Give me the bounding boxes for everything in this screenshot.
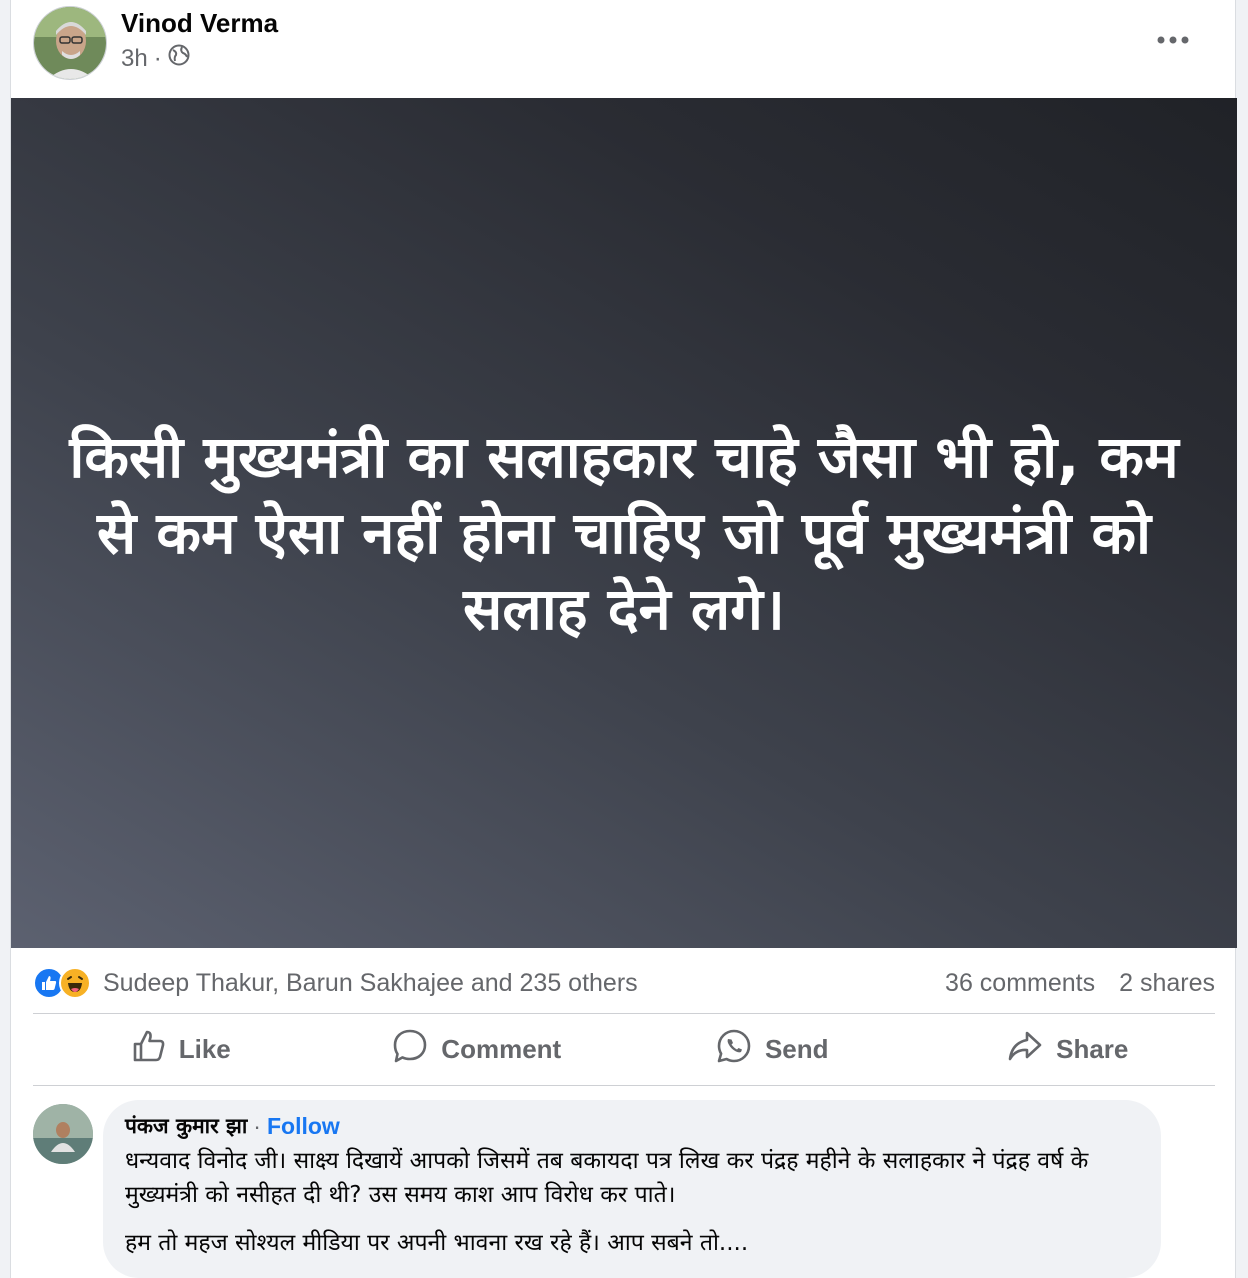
- commenter-name[interactable]: पंकज कुमार झा: [125, 1112, 247, 1140]
- post-card: Vinod Verma 3h · किसी मुख्यमंत्री का सला…: [10, 0, 1237, 1278]
- reactions-bar: Sudeep Thakur, Barun Sakhajee and 235 ot…: [33, 960, 1215, 1006]
- comment-body: धन्यवाद विनोद जी। साक्ष्य दिखायें आपको ज…: [125, 1144, 1139, 1260]
- share-label: Share: [1056, 1033, 1129, 1064]
- action-bar: Like Comment Send Share: [33, 1014, 1215, 1084]
- engagement-counts: 36 comments 2 shares: [945, 969, 1215, 998]
- comment-bubble: पंकज कुमार झा · Follow धन्यवाद विनोद जी।…: [103, 1100, 1161, 1278]
- comment-item: पंकज कुमार झा · Follow धन्यवाद विनोद जी।…: [33, 1100, 1215, 1278]
- post-meta: 3h ·: [121, 44, 190, 73]
- haha-icon: [59, 967, 91, 999]
- reaction-icons[interactable]: [33, 967, 91, 999]
- comment-separator: ·: [253, 1112, 261, 1139]
- post-time[interactable]: 3h: [121, 45, 148, 73]
- commenter-avatar[interactable]: [33, 1104, 93, 1164]
- post-text: किसी मुख्यमंत्री का सलाहकार चाहे जैसा भी…: [69, 423, 1179, 643]
- comment-bubble-icon: [391, 1027, 429, 1072]
- like-label: Like: [178, 1033, 231, 1064]
- share-count[interactable]: 2 shares: [1119, 969, 1215, 998]
- send-label: Send: [764, 1033, 829, 1064]
- comment-text: हम तो महज सोश्यल मीडिया पर अपनी भावना रख…: [125, 1230, 749, 1256]
- thumbs-up-icon: [131, 1028, 167, 1071]
- send-button[interactable]: Send: [624, 1014, 920, 1084]
- share-button[interactable]: Share: [920, 1014, 1216, 1084]
- author-name[interactable]: Vinod Verma: [121, 8, 278, 39]
- meta-separator: ·: [153, 44, 162, 72]
- comment-label: Comment: [441, 1033, 562, 1064]
- divider: [33, 1085, 1215, 1086]
- author-avatar[interactable]: [33, 6, 107, 80]
- comment-count[interactable]: 36 comments: [945, 969, 1095, 998]
- share-arrow-icon: [1006, 1027, 1044, 1072]
- comment-header: पंकज कुमार झा · Follow: [125, 1112, 1139, 1140]
- post-header: Vinod Verma 3h ·: [11, 0, 1237, 98]
- like-button[interactable]: Like: [33, 1014, 329, 1084]
- comment-button[interactable]: Comment: [329, 1014, 625, 1084]
- post-text-image[interactable]: किसी मुख्यमंत्री का सलाहकार चाहे जैसा भी…: [11, 98, 1237, 948]
- reactors-text[interactable]: Sudeep Thakur, Barun Sakhajee and 235 ot…: [103, 969, 638, 998]
- more-options-icon[interactable]: [1151, 22, 1195, 58]
- follow-link[interactable]: Follow: [267, 1113, 340, 1140]
- comment-text: धन्यवाद विनोद जी। साक्ष्य दिखायें आपको ज…: [125, 1148, 1089, 1208]
- globe-icon: [168, 44, 190, 73]
- whatsapp-icon: [715, 1027, 753, 1072]
